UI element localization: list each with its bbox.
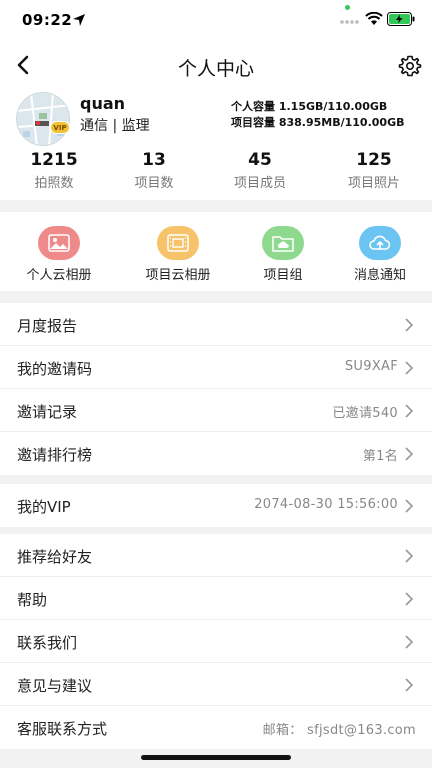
stat-project-photos[interactable]: 125 项目照片 — [320, 150, 428, 191]
menu-group-vip: 我的VIP 2074-08-30 15:56:00 — [0, 484, 432, 527]
shortcut-label: 项目组 — [263, 268, 303, 283]
picture-icon — [48, 234, 70, 252]
invite-count-value: 已邀请540 — [332, 406, 398, 421]
menu-item-invite-ranking[interactable]: 邀请排行榜 第1名 — [0, 432, 432, 475]
menu-item-label: 客服联系方式 — [17, 720, 108, 738]
menu-item-customer-service[interactable]: 客服联系方式 邮箱： sfjsdt@163.com — [0, 706, 432, 749]
menu-item-invite-records[interactable]: 邀请记录 已邀请540 — [0, 389, 432, 432]
status-time: 09:22 — [22, 11, 73, 29]
user-role: 通信 | 监理 — [80, 118, 150, 134]
vip-expiry-value: 2074-08-30 15:56:00 — [254, 497, 398, 512]
stat-label: 项目照片 — [347, 176, 400, 191]
stat-value: 1215 — [30, 150, 78, 170]
chevron-right-icon — [405, 404, 414, 418]
shortcut-icon-bg — [157, 226, 199, 260]
chevron-right-icon — [405, 447, 414, 461]
chevron-right-icon — [405, 592, 414, 606]
stats-row: 1215 拍照数 13 项目数 45 项目成员 125 项目照片 — [0, 150, 432, 194]
stat-projects[interactable]: 13 项目数 — [100, 150, 208, 191]
menu-item-recommend[interactable]: 推荐给好友 — [0, 534, 432, 577]
settings-gear-icon[interactable] — [398, 54, 422, 78]
chevron-right-icon — [405, 549, 414, 563]
nav-bar: 个人中心 — [0, 44, 432, 88]
shortcut-label: 个人云相册 — [26, 268, 92, 283]
menu-item-my-vip[interactable]: 我的VIP 2074-08-30 15:56:00 — [0, 484, 432, 527]
username: quan — [80, 94, 126, 113]
shortcut-personal-album[interactable]: 个人云相册 — [5, 226, 113, 283]
menu-item-label: 月度报告 — [17, 317, 78, 335]
shortcut-label: 项目云相册 — [145, 268, 211, 283]
folder-cloud-icon — [272, 236, 294, 252]
status-bar: 09:22 — [0, 0, 432, 44]
cloud-upload-icon — [369, 235, 391, 250]
shortcut-notifications[interactable]: 消息通知 — [326, 226, 432, 283]
chevron-right-icon — [405, 635, 414, 649]
avatar[interactable] — [16, 92, 70, 146]
battery-charging-icon — [387, 12, 415, 26]
shortcut-icon-bg — [359, 226, 401, 260]
film-icon — [167, 234, 189, 252]
menu-group-invite: 月度报告 我的邀请码 SU9XAF 邀请记录 已邀请540 邀请排行榜 第1名 — [0, 303, 432, 475]
stat-label: 项目成员 — [233, 176, 286, 191]
stat-value: 45 — [248, 150, 272, 170]
menu-item-monthly-report[interactable]: 月度报告 — [0, 303, 432, 346]
page-title: 个人中心 — [177, 58, 254, 80]
cellular-signal-icon — [340, 20, 359, 24]
stat-value: 13 — [142, 150, 166, 170]
menu-item-label: 帮助 — [17, 591, 48, 609]
avatar-map-image — [17, 93, 69, 145]
menu-item-label: 推荐给好友 — [17, 548, 93, 566]
service-email-value: 邮箱： sfjsdt@163.com — [262, 723, 416, 738]
stat-value: 125 — [356, 150, 392, 170]
stat-label: 拍照数 — [34, 176, 74, 191]
menu-item-label: 我的VIP — [17, 498, 71, 516]
shortcut-label: 消息通知 — [353, 268, 406, 283]
invite-code-value: SU9XAF — [344, 359, 398, 374]
project-capacity: 项目容量 838.95MB/110.00GB — [231, 116, 405, 129]
personal-capacity: 个人容量 1.15GB/110.00GB — [231, 100, 388, 113]
shortcut-project-album[interactable]: 项目云相册 — [124, 226, 232, 283]
vip-badge: VIP — [50, 121, 70, 134]
wifi-icon — [365, 12, 383, 25]
menu-item-label: 邀请记录 — [17, 403, 78, 421]
stat-members[interactable]: 45 项目成员 — [206, 150, 314, 191]
menu-item-label: 邀请排行榜 — [17, 446, 93, 464]
chevron-right-icon — [405, 678, 414, 692]
menu-item-label: 我的邀请码 — [17, 360, 93, 378]
menu-item-invite-code[interactable]: 我的邀请码 SU9XAF — [0, 346, 432, 389]
privacy-indicator-dot — [345, 5, 350, 10]
stat-photos[interactable]: 1215 拍照数 — [0, 150, 108, 191]
menu-item-label: 意见与建议 — [17, 677, 93, 695]
menu-group-support: 推荐给好友 帮助 联系我们 意见与建议 客服联系方式 邮箱： sfjsdt@16… — [0, 534, 432, 749]
chevron-right-icon — [405, 499, 414, 513]
ranking-value: 第1名 — [362, 449, 398, 464]
chevron-right-icon — [405, 361, 414, 375]
shortcut-grid: 个人云相册 项目云相册 项目组 消息通知 — [0, 212, 432, 291]
menu-item-contact-us[interactable]: 联系我们 — [0, 620, 432, 663]
shortcut-icon-bg — [262, 226, 304, 260]
shortcut-icon-bg — [38, 226, 80, 260]
menu-item-feedback[interactable]: 意见与建议 — [0, 663, 432, 706]
menu-item-label: 联系我们 — [17, 634, 78, 652]
profile-card: VIP quan 通信 | 监理 个人容量 1.15GB/110.00GB 项目… — [0, 88, 432, 200]
location-arrow-icon — [73, 14, 85, 26]
shortcut-project-group[interactable]: 项目组 — [229, 226, 337, 283]
stat-label: 项目数 — [134, 176, 174, 191]
chevron-right-icon — [405, 318, 414, 332]
menu-item-help[interactable]: 帮助 — [0, 577, 432, 620]
home-indicator[interactable] — [141, 755, 291, 760]
